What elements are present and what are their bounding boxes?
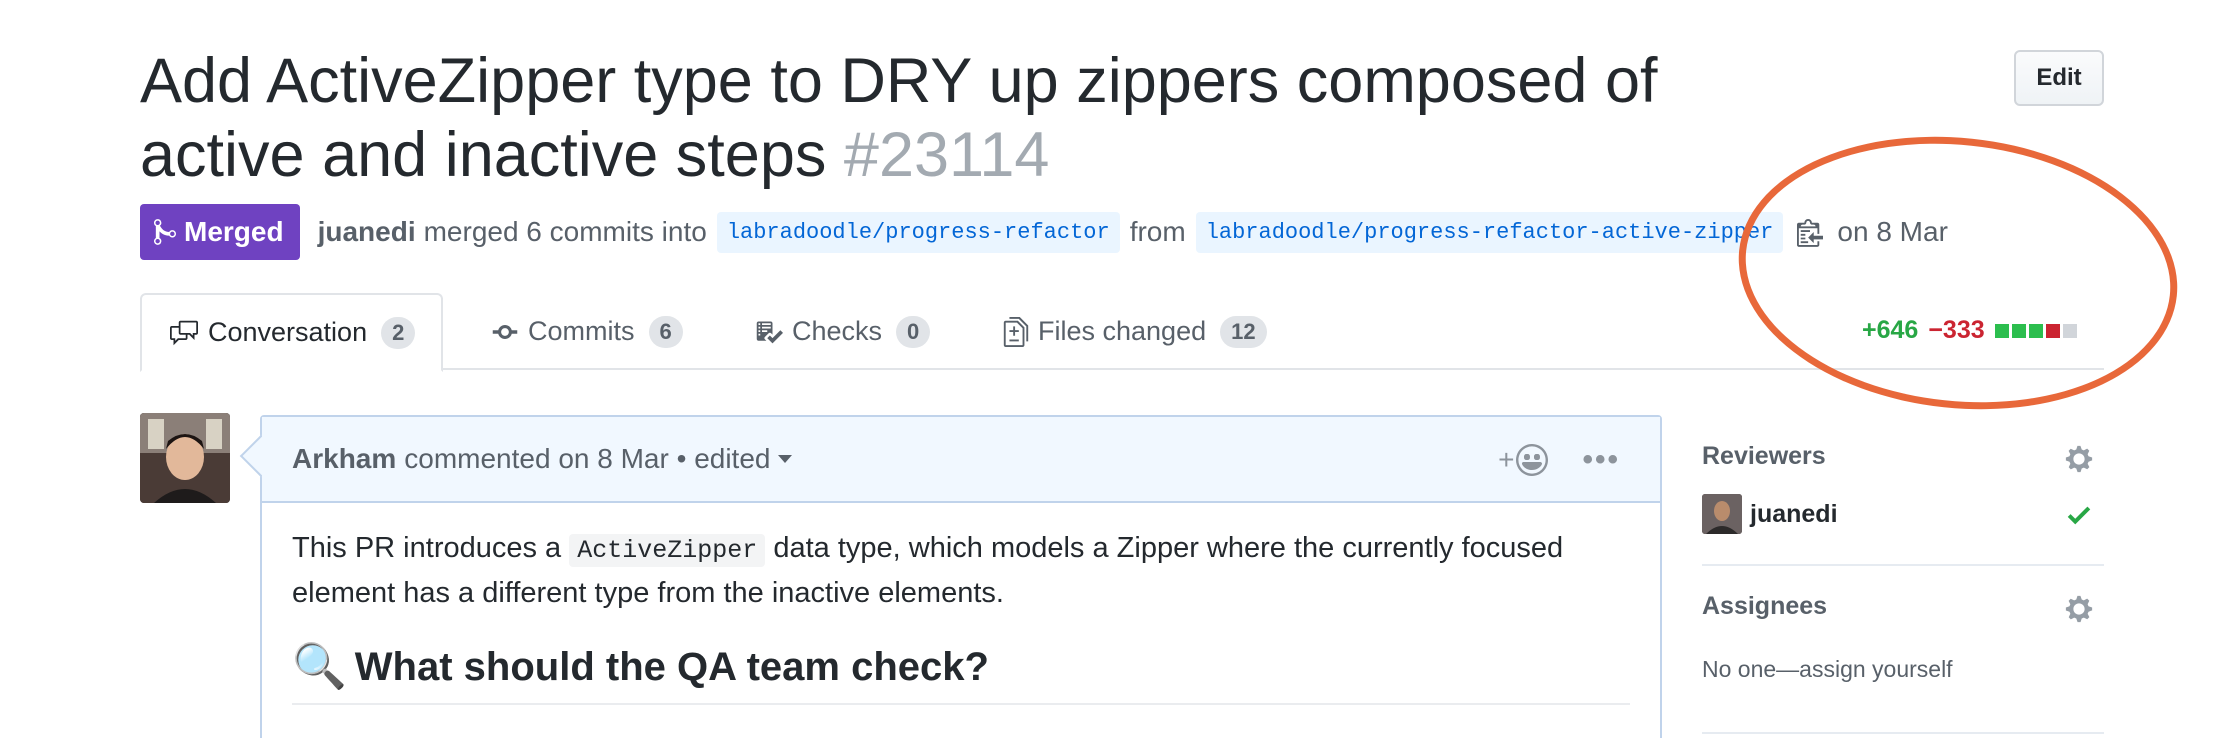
tab-checks[interactable]: Checks 0 — [754, 293, 931, 370]
reaction-plus: + — [1498, 444, 1515, 475]
reviewer-avatar[interactable] — [1702, 494, 1742, 534]
more-options-button[interactable]: ••• — [1582, 443, 1620, 477]
merge-description: merged 6 commits into — [423, 216, 707, 247]
reviewers-title[interactable]: Reviewers — [1702, 442, 1826, 471]
reviewer-name[interactable]: juanedi — [1750, 500, 1838, 529]
tab-counter: 0 — [896, 315, 931, 348]
from-text: from — [1129, 216, 1186, 247]
git-merge-icon — [154, 219, 176, 245]
base-branch-link[interactable]: labradoodle/progress-refactor — [716, 211, 1120, 253]
reviewer-item[interactable]: juanedi — [1702, 494, 2104, 534]
pr-number: #23114 — [843, 120, 1050, 190]
reviewers-gear-icon[interactable] — [2064, 444, 2094, 474]
annotation-ellipse — [1725, 115, 2191, 431]
tab-conversation[interactable]: Conversation 2 — [140, 293, 444, 372]
sidebar: Reviewers juanedi Assignees No one—assig… — [1702, 430, 2104, 734]
tab-counter: 2 — [381, 316, 416, 349]
assignees-section: Assignees No one—assign yourself — [1702, 580, 2104, 734]
comment-box: Arkham commented on 8 Mar • edited + •••… — [260, 415, 1662, 738]
merger-username-link[interactable]: juanedi — [318, 216, 416, 248]
head-branch-link[interactable]: labradoodle/progress-refactor-active-zip… — [1195, 211, 1784, 253]
tab-label: Commits — [528, 316, 635, 346]
assign-yourself-link[interactable]: No one—assign yourself — [1702, 656, 1953, 683]
checklist-icon — [754, 318, 784, 346]
tab-counter: 6 — [648, 315, 683, 348]
commenter-avatar[interactable] — [140, 413, 230, 503]
comment-author-link[interactable]: Arkham — [292, 443, 396, 475]
assignees-title[interactable]: Assignees — [1702, 592, 1827, 621]
comment-header: Arkham commented on 8 Mar • edited + ••• — [262, 417, 1660, 503]
edited-dropdown-caret-icon[interactable] — [778, 455, 793, 463]
tab-files-changed[interactable]: Files changed 12 — [1002, 293, 1267, 370]
pr-title: Add ActiveZipper type to DRY up zippers … — [140, 44, 1700, 192]
comment-text-pre: This PR introduces a — [292, 532, 570, 564]
pr-meta: Merged juanedi merged 6 commits into lab… — [140, 204, 1948, 260]
tab-label: Conversation — [208, 317, 368, 347]
edit-button[interactable]: Edit — [2014, 50, 2104, 106]
merged-state-badge: Merged — [140, 204, 300, 260]
git-commit-icon — [490, 318, 520, 346]
diff-icon — [1002, 316, 1030, 347]
magnifying-glass-icon: 🔍 — [292, 642, 347, 691]
tab-commits[interactable]: Commits 6 — [490, 293, 683, 370]
comment-paragraph: This PR introduces a ActiveZipper data t… — [292, 527, 1630, 615]
comment-actions: + ••• — [1498, 417, 1620, 503]
approved-check-icon — [2066, 500, 2092, 530]
comment-body: This PR introduces a ActiveZipper data t… — [262, 503, 1660, 729]
add-reaction-button[interactable]: + — [1498, 444, 1549, 476]
comment-discussion-icon — [168, 319, 200, 347]
comment-heading-text: What should the QA team check? — [354, 645, 989, 689]
inline-code: ActiveZipper — [569, 534, 766, 567]
comment-action[interactable]: commented on 8 Mar • edited — [404, 443, 770, 475]
assignees-gear-icon[interactable] — [2064, 594, 2094, 624]
tab-label: Files changed — [1038, 316, 1207, 346]
tab-label: Checks — [792, 316, 883, 346]
tab-counter: 12 — [1220, 315, 1267, 348]
smiley-icon — [1516, 444, 1549, 476]
merged-state-label: Merged — [184, 216, 284, 247]
comment-heading: 🔍 What should the QA team check? — [292, 639, 1630, 705]
reviewers-section: Reviewers juanedi — [1702, 430, 2104, 566]
